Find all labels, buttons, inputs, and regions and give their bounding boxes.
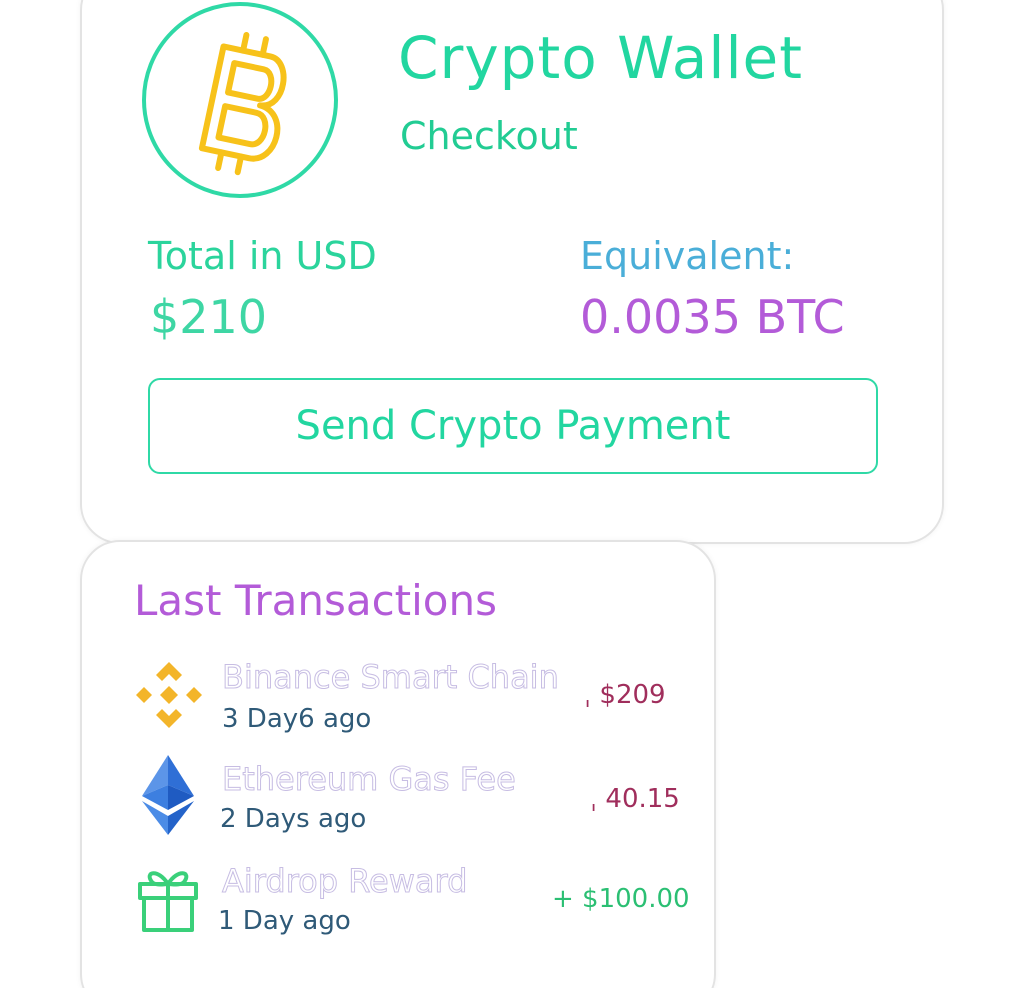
transaction-amount: ˌ $209 bbox=[584, 680, 666, 710]
transaction-name: Binance Smart Chain bbox=[222, 658, 560, 697]
transaction-amount: + $100.00 bbox=[552, 884, 690, 914]
page-title: Crypto Wallet bbox=[398, 24, 803, 92]
transactions-heading: Last Transactions bbox=[134, 576, 497, 625]
checkout-screen: Crypto Wallet Checkout Total in USD $210… bbox=[0, 0, 1024, 988]
send-button-label: Send Crypto Payment bbox=[295, 403, 731, 449]
equivalent-label: Equivalent: bbox=[580, 234, 795, 278]
transaction-amount: ˌ 40.15 bbox=[590, 784, 680, 814]
transaction-name: Ethereum Gas Fee bbox=[222, 760, 517, 799]
transaction-time: 3 Day6 ago bbox=[222, 704, 372, 734]
transaction-name: Airdrop Reward bbox=[221, 862, 468, 901]
binance-icon bbox=[136, 662, 202, 728]
total-usd-value: $210 bbox=[150, 290, 268, 344]
send-crypto-payment-button[interactable]: Send Crypto Payment bbox=[148, 378, 878, 474]
ethereum-icon bbox=[142, 755, 194, 835]
gift-icon bbox=[138, 871, 198, 932]
transaction-time: 2 Days ago bbox=[220, 804, 367, 834]
transaction-time: 1 Day ago bbox=[218, 906, 351, 936]
bitcoin-icon bbox=[198, 31, 287, 176]
page-subtitle: Checkout bbox=[400, 114, 578, 158]
total-usd-label: Total in USD bbox=[148, 234, 377, 278]
equivalent-value: 0.0035 BTC bbox=[580, 290, 845, 344]
bitcoin-logo bbox=[142, 2, 338, 198]
